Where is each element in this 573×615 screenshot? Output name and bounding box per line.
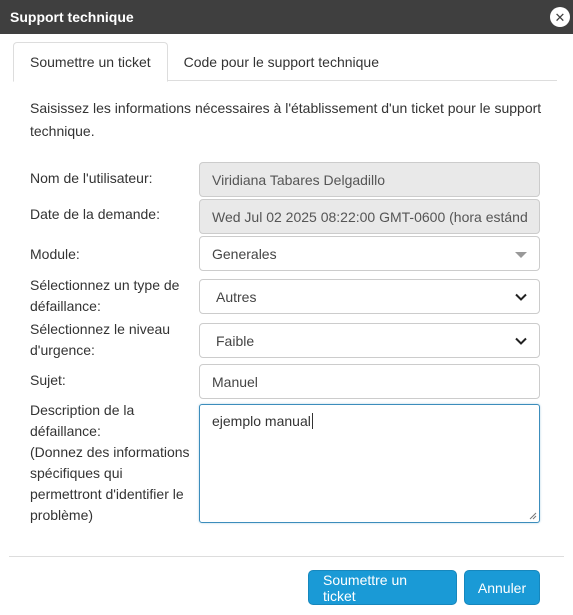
urgency-value: Faible	[216, 332, 255, 349]
subject-input[interactable]: Manuel	[199, 364, 540, 399]
failure-type-value: Autres	[216, 288, 257, 305]
module-value: Generales	[212, 245, 277, 262]
description-label-line: spécifiques qui	[30, 465, 123, 481]
request-date-label: Date de la demande:	[30, 206, 160, 222]
description-value: ejemplo manual	[212, 413, 311, 429]
footer-divider	[9, 556, 564, 557]
tab-support-code[interactable]: Code pour le support technique	[168, 42, 395, 81]
failure-type-label-line2: défaillance:	[30, 298, 101, 314]
module-select[interactable]: Generales	[199, 236, 540, 271]
description-label-line: défaillance:	[30, 423, 101, 439]
description-label-line: (Donnez des informations	[30, 444, 190, 460]
request-date-field: Wed Jul 02 2025 08:22:00 GMT-0600 (hora …	[199, 199, 540, 234]
cancel-button[interactable]: Annuler	[464, 570, 540, 605]
username-field: Viridiana Tabares Delgadillo	[199, 162, 540, 197]
close-icon[interactable]: ✕	[550, 7, 570, 27]
description-textarea[interactable]: ejemplo manual	[199, 404, 540, 523]
description-label: Description de la défaillance: (Donnez d…	[30, 400, 195, 526]
urgency-select[interactable]: Faible	[199, 323, 540, 358]
description-label-line: permettront d'identifier le	[30, 486, 184, 502]
chevron-down-icon	[515, 337, 527, 345]
intro-text: Saisissez les informations nécessaires à…	[30, 100, 542, 139]
urgency-label-line1: Sélectionnez le niveau	[30, 321, 171, 337]
failure-type-label-line1: Sélectionnez un type de	[30, 277, 180, 293]
chevron-down-icon	[515, 293, 527, 301]
urgency-label-line2: d'urgence:	[30, 342, 95, 358]
failure-type-label: Sélectionnez un type de défaillance:	[30, 275, 195, 317]
subject-label: Sujet:	[30, 372, 66, 388]
description-label-line: problème)	[30, 507, 94, 523]
tab-bar: Soumettre un ticket Code pour le support…	[13, 42, 557, 82]
dialog-titlebar: Support technique ✕	[0, 0, 573, 34]
caret-down-icon	[515, 252, 527, 258]
resize-grip-icon[interactable]	[529, 512, 537, 520]
description-label-line: Description de la	[30, 402, 135, 418]
tab-submit-ticket[interactable]: Soumettre un ticket	[13, 42, 168, 82]
text-cursor	[311, 413, 313, 429]
username-label: Nom de l'utilisateur:	[30, 170, 153, 186]
module-label: Module:	[30, 246, 80, 262]
failure-type-select[interactable]: Autres	[199, 279, 540, 314]
dialog-title: Support technique	[10, 9, 134, 25]
submit-ticket-button[interactable]: Soumettre un ticket	[308, 570, 457, 605]
urgency-label: Sélectionnez le niveau d'urgence:	[30, 319, 195, 361]
support-dialog: Support technique ✕ Soumettre un ticket …	[0, 0, 573, 615]
